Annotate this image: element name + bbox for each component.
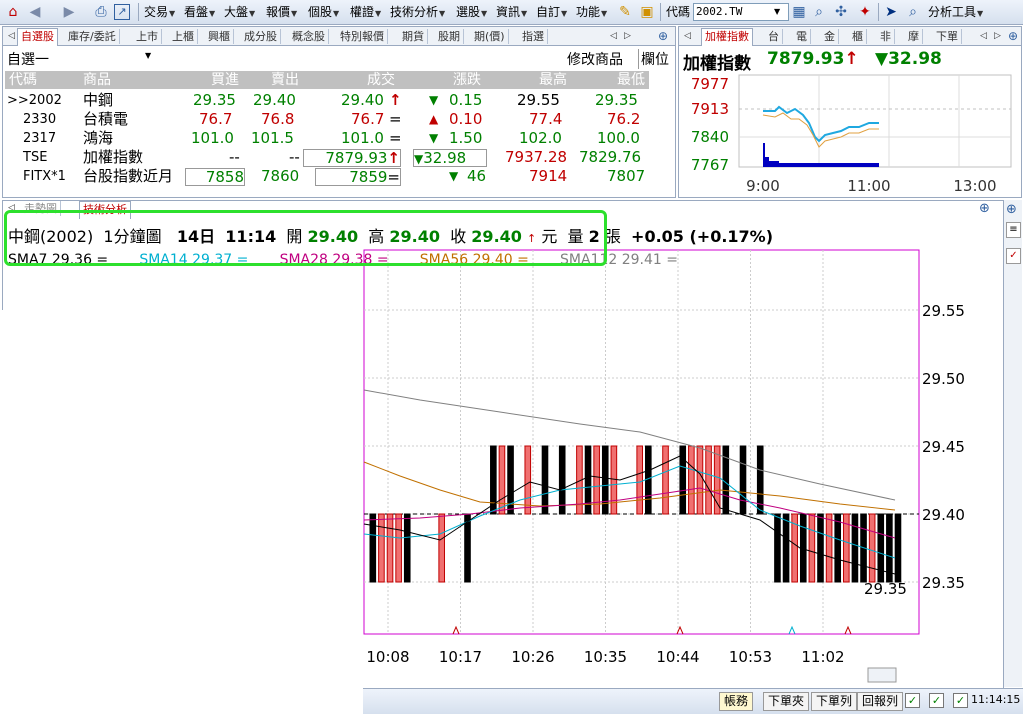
zoom-icon[interactable]: ⊕ — [1005, 29, 1021, 44]
volume-tick — [844, 625, 852, 635]
x-tick-label: 10:26 — [511, 648, 554, 666]
candle-bar — [782, 513, 790, 583]
candle-bar — [662, 445, 669, 515]
candle-bar — [610, 445, 618, 515]
candle-bar — [851, 513, 859, 583]
order-folder-button[interactable]: 下單夾 — [763, 692, 810, 711]
last-price-label: 29.35 — [864, 580, 907, 598]
candle-bar — [705, 445, 712, 515]
candle-bar — [739, 445, 747, 515]
check-icon[interactable]: ✓ — [905, 693, 920, 708]
zoom-icon[interactable]: ⊕ — [1006, 202, 1017, 217]
candle-bar — [894, 513, 902, 583]
candle-bar — [636, 445, 643, 515]
candle-bar — [868, 513, 876, 583]
candle-bar — [817, 513, 824, 583]
candle-bar — [558, 445, 566, 515]
x-tick-label: 11:02 — [801, 648, 844, 666]
blank-region — [0, 310, 363, 713]
candle-bar — [369, 513, 377, 583]
volume-unit: 張 — [604, 227, 621, 246]
candle-bar — [808, 513, 816, 583]
candle-bar — [774, 513, 781, 583]
price-change: +0.05 (+0.17%) — [631, 227, 774, 246]
right-toolbar: ⊕ ≡ ✓ — [1003, 200, 1022, 687]
sma56-line — [363, 461, 896, 511]
x-tick-label: 10:08 — [366, 648, 409, 666]
y-tick-label: 29.50 — [922, 370, 965, 388]
candle-bar — [464, 513, 471, 583]
candle-bar — [378, 513, 385, 583]
check-icon[interactable]: ✓ — [1006, 248, 1021, 264]
candle-bar — [877, 513, 885, 583]
x-tick-label: 10:44 — [656, 648, 699, 666]
candle-bar — [825, 513, 833, 583]
candle-bar — [438, 513, 445, 583]
volume-tick — [452, 625, 460, 635]
candle-bar — [722, 445, 730, 515]
candle-bar — [541, 445, 549, 515]
report-bar-button[interactable]: 回報列 — [857, 692, 904, 711]
x-tick-label: 10:17 — [439, 648, 482, 666]
candle-bar — [403, 513, 411, 583]
clock-time: 11:14:15 — [971, 693, 1021, 706]
highlight-box — [4, 210, 607, 266]
y-tick-label: 29.40 — [922, 506, 965, 524]
y-tick-label: 29.55 — [922, 302, 965, 320]
order-bar-button[interactable]: 下單列 — [811, 692, 858, 711]
candle-bar — [490, 445, 497, 515]
check-icon[interactable]: ✓ — [929, 693, 944, 708]
candle-bar — [524, 445, 532, 515]
candle-bar — [696, 445, 704, 515]
x-tick-label: 10:53 — [729, 648, 772, 666]
candle-bar — [386, 513, 394, 583]
candle-bar — [834, 513, 842, 583]
y-tick-label: 29.35 — [922, 574, 965, 592]
volume-tick — [788, 625, 796, 635]
check-icon[interactable]: ✓ — [953, 693, 968, 708]
status-bar: 帳務 下單夾 下單列 回報列 ✓ ✓ ✓ 11:14:15 — [363, 688, 1023, 714]
candle-bar — [688, 445, 695, 515]
candle-bar — [395, 513, 402, 583]
settings-icon[interactable]: ≡ — [1006, 222, 1021, 238]
y-tick-label: 29.45 — [922, 438, 965, 456]
x-tick-label: 10:35 — [584, 648, 627, 666]
scroll-arrows-icon — [867, 667, 897, 683]
account-button[interactable]: 帳務 — [719, 692, 754, 711]
